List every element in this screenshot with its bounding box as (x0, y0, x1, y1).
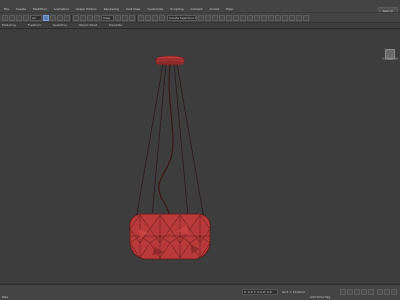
scale-icon[interactable] (87, 15, 93, 21)
orbit-icon[interactable] (384, 289, 390, 295)
percent-snap-icon[interactable] (152, 15, 158, 21)
project-folder-icon[interactable] (303, 15, 309, 21)
perspective-viewport[interactable] (0, 28, 400, 284)
lamp-shade[interactable] (129, 213, 211, 260)
title-bar (0, 0, 400, 7)
toolbar-separator (71, 15, 72, 22)
maximize-viewport-icon[interactable] (391, 289, 397, 295)
go-to-start-icon[interactable] (340, 289, 346, 295)
selection-filter-dropdown[interactable]: All (30, 15, 42, 21)
named-selection-sets-dropdown[interactable]: Create Selection Set (167, 15, 197, 21)
previous-frame-icon[interactable] (347, 289, 353, 295)
move-icon[interactable] (73, 15, 79, 21)
add-time-tag-button[interactable]: Add Time Tag (310, 295, 330, 299)
zoom-extents-icon[interactable] (377, 289, 383, 295)
rendered-frame-window-icon[interactable] (261, 15, 267, 21)
select-manipulate-icon[interactable] (122, 15, 128, 21)
maxscript-listener-label[interactable]: Mex (2, 295, 8, 299)
align-icon[interactable] (205, 15, 211, 21)
render-in-cloud-icon[interactable] (289, 15, 295, 21)
grid-size-label: Grid = 10.0mm (282, 290, 306, 294)
material-editor-icon[interactable] (247, 15, 253, 21)
go-to-end-icon[interactable] (368, 289, 374, 295)
render-iterative-icon[interactable] (275, 15, 281, 21)
arnold-render-icon[interactable] (282, 15, 288, 21)
undo-icon[interactable] (2, 15, 8, 21)
rectangle-selection-icon[interactable] (57, 15, 63, 21)
play-icon[interactable] (354, 289, 360, 295)
pivot-center-icon[interactable] (115, 15, 121, 21)
toggle-ribbon-icon[interactable] (226, 15, 232, 21)
lamp-power-cord (158, 63, 174, 220)
curve-editor-icon[interactable] (233, 15, 239, 21)
rotate-icon[interactable] (80, 15, 86, 21)
schematic-view-icon[interactable] (240, 15, 246, 21)
unlink-icon[interactable] (23, 15, 29, 21)
angle-snap-icon[interactable] (145, 15, 151, 21)
scene-explorer-icon[interactable] (212, 15, 218, 21)
snaps-toggle-icon[interactable] (138, 15, 144, 21)
lamp-cables (135, 63, 205, 220)
spinner-snap-icon[interactable] (159, 15, 165, 21)
link-icon[interactable] (16, 15, 22, 21)
render-setup-icon[interactable] (254, 15, 260, 21)
toolbar-separator (136, 15, 137, 22)
a360-gallery-icon[interactable] (296, 15, 302, 21)
place-icon[interactable] (94, 15, 100, 21)
window-crossing-icon[interactable] (64, 15, 70, 21)
pendant-lamp-model[interactable] (0, 29, 400, 285)
redo-icon[interactable] (9, 15, 15, 21)
layer-explorer-icon[interactable] (219, 15, 225, 21)
render-production-icon[interactable] (268, 15, 274, 21)
reference-coordinate-dropdown[interactable]: View (101, 15, 114, 21)
select-by-name-icon[interactable] (50, 15, 56, 21)
select-object-icon[interactable] (43, 15, 49, 21)
main-toolbar: All View Create Selection Set (0, 12, 400, 23)
keyboard-shortcut-icon[interactable] (129, 15, 135, 21)
status-bar: Mex X: 0.0 Y: 0.0 Z: 0.0 Grid = 10.0mm A… (0, 284, 400, 300)
coordinate-readout[interactable]: X: 0.0 Y: 0.0 Z: 0.0 (242, 289, 278, 295)
next-frame-icon[interactable] (361, 289, 367, 295)
mirror-icon[interactable] (198, 15, 204, 21)
